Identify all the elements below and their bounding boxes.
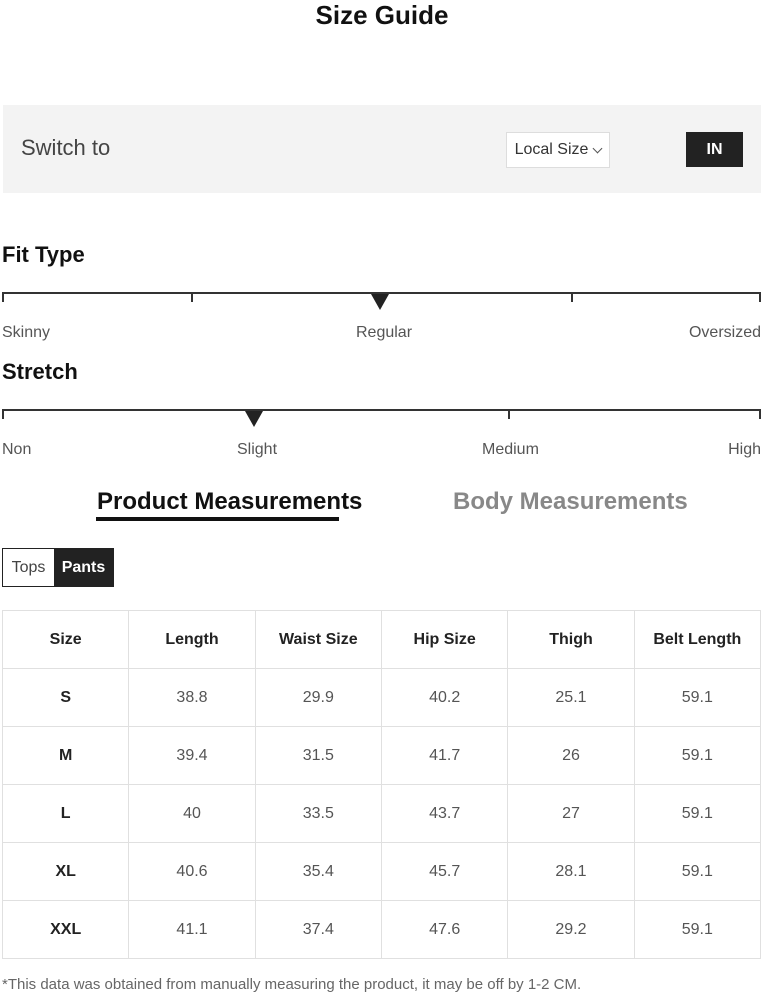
unit-switch-bar: Switch to Local Size IN	[3, 105, 761, 193]
stretch-scale	[2, 409, 761, 427]
table-cell: 59.1	[633, 842, 762, 901]
table-cell: 47.6	[380, 900, 509, 959]
table-cell: 45.7	[380, 842, 509, 901]
local-size-dropdown[interactable]: Local Size	[506, 132, 610, 168]
header-hip-size: Hip Size	[380, 610, 509, 669]
tab-body-measurements[interactable]: Body Measurements	[453, 488, 688, 516]
stretch-tick	[759, 409, 761, 419]
header-waist-size: Waist Size	[254, 610, 382, 669]
table-cell: 59.1	[633, 900, 762, 959]
fit-type-tick	[2, 292, 4, 302]
header-belt-length: Belt Length	[633, 610, 762, 669]
tab-product-measurements[interactable]: Product Measurements	[97, 488, 362, 516]
stretch-label-high: High	[728, 441, 761, 458]
stretch-label-slight: Slight	[237, 441, 278, 458]
table-cell: 29.2	[507, 900, 635, 959]
chevron-down-icon	[592, 143, 603, 153]
table-row: XXL 41.1 37.4 47.6 29.2 59.1	[1, 900, 762, 959]
table-row: L 40 33.5 43.7 27 59.1	[1, 784, 762, 843]
table-cell: 33.5	[254, 784, 382, 843]
table-cell-size: S	[1, 668, 130, 727]
table-cell: 40.2	[380, 668, 509, 727]
table-cell: 27	[507, 784, 635, 843]
table-row: XL 40.6 35.4 45.7 28.1 59.1	[1, 842, 762, 901]
table-cell-size: XL	[1, 842, 130, 901]
table-cell: 29.9	[254, 668, 382, 727]
stretch-marker-icon	[245, 411, 263, 427]
tops-button[interactable]: Tops	[3, 549, 54, 586]
table-row: M 39.4 31.5 41.7 26 59.1	[1, 726, 762, 785]
table-cell: 40.6	[128, 842, 256, 901]
stretch-scale-line	[2, 409, 761, 411]
table-cell: 35.4	[254, 842, 382, 901]
table-cell-size: M	[1, 726, 130, 785]
stretch-label-non: Non	[2, 441, 32, 458]
table-cell: 31.5	[254, 726, 382, 785]
table-cell: 43.7	[380, 784, 509, 843]
table-row: S 38.8 29.9 40.2 25.1 59.1	[1, 668, 762, 727]
table-cell-size: XXL	[1, 900, 130, 959]
table-cell: 41.1	[128, 900, 256, 959]
switch-label: Switch to	[21, 135, 111, 160]
pants-button[interactable]: Pants	[54, 549, 113, 586]
table-cell: 25.1	[507, 668, 635, 727]
fit-type-label-regular: Regular	[356, 324, 413, 341]
stretch-label-medium: Medium	[482, 441, 539, 458]
table-cell: 41.7	[380, 726, 509, 785]
page-title: Size Guide	[315, 0, 449, 30]
header-length: Length	[128, 610, 256, 669]
garment-type-toggle: Tops Pants	[2, 548, 114, 587]
table-cell: 37.4	[254, 900, 382, 959]
table-cell: 38.8	[128, 668, 256, 727]
fit-type-tick	[759, 292, 761, 302]
active-tab-underline	[96, 517, 339, 521]
measurement-disclaimer: *This data was obtained from manually me…	[2, 976, 582, 993]
fit-type-tick	[191, 292, 193, 302]
header-size: Size	[1, 610, 130, 669]
table-header-row: Size Length Waist Size Hip Size Thigh Be…	[1, 610, 762, 669]
stretch-heading: Stretch	[2, 359, 78, 384]
table-cell: 28.1	[507, 842, 635, 901]
stretch-tick	[2, 409, 4, 419]
fit-type-scale	[2, 292, 761, 310]
table-cell-size: L	[1, 784, 130, 843]
fit-type-heading: Fit Type	[2, 242, 85, 267]
fit-type-marker-icon	[371, 294, 389, 310]
table-cell: 59.1	[633, 784, 762, 843]
local-size-label: Local Size	[514, 141, 589, 158]
header-thigh: Thigh	[507, 610, 635, 669]
stretch-tick	[508, 409, 510, 419]
table-cell: 39.4	[128, 726, 256, 785]
table-cell: 40	[128, 784, 256, 843]
table-cell: 59.1	[633, 668, 762, 727]
measurement-table: Size Length Waist Size Hip Size Thigh Be…	[1, 610, 762, 959]
table-cell: 59.1	[633, 726, 762, 785]
fit-type-tick	[571, 292, 573, 302]
fit-type-label-skinny: Skinny	[2, 324, 51, 341]
table-cell: 26	[507, 726, 635, 785]
unit-inch-button[interactable]: IN	[686, 132, 743, 167]
fit-type-label-oversized: Oversized	[688, 324, 761, 341]
